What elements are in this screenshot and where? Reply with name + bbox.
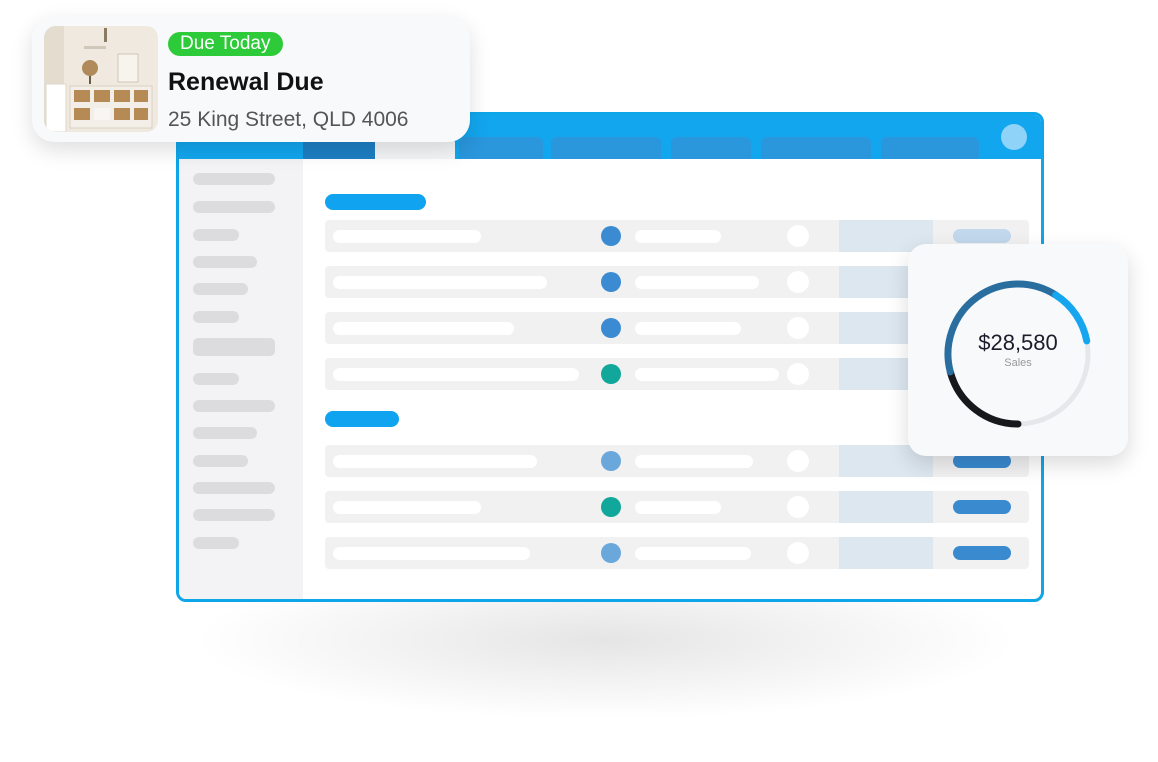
row-text (635, 230, 721, 243)
property-photo (44, 26, 158, 132)
sidebar-item[interactable] (193, 455, 248, 467)
sidebar-item[interactable] (193, 256, 257, 268)
row-text (333, 547, 530, 560)
table-row[interactable] (325, 491, 1029, 523)
status-dot (601, 226, 621, 246)
sidebar-item[interactable] (193, 283, 248, 295)
row-cell (839, 491, 933, 523)
sales-label: Sales (1004, 357, 1032, 369)
row-text (333, 322, 514, 335)
property-photo-image (44, 26, 158, 132)
row-text (333, 368, 579, 381)
row-action-button[interactable] (953, 500, 1011, 514)
row-text (635, 547, 751, 560)
row-text (635, 501, 721, 514)
section-header (325, 194, 426, 210)
row-cell (839, 537, 933, 569)
row-text (333, 230, 481, 243)
row-toggle[interactable] (787, 542, 809, 564)
gauge-arc-dark (946, 368, 1022, 428)
tab-4[interactable] (551, 137, 661, 159)
status-dot (601, 543, 621, 563)
row-toggle[interactable] (787, 496, 809, 518)
status-dot (601, 497, 621, 517)
row-text (635, 368, 779, 381)
row-text (333, 501, 481, 514)
user-avatar[interactable] (1001, 124, 1027, 150)
row-toggle[interactable] (787, 271, 809, 293)
row-toggle[interactable] (787, 450, 809, 472)
row-text (635, 276, 759, 289)
sidebar (179, 159, 303, 599)
row-toggle[interactable] (787, 363, 809, 385)
sidebar-item[interactable] (193, 201, 275, 213)
row-action-button[interactable] (953, 454, 1011, 468)
notification-title: Renewal Due (168, 68, 324, 96)
sidebar-item[interactable] (193, 400, 275, 412)
row-toggle[interactable] (787, 225, 809, 247)
status-dot (601, 364, 621, 384)
row-text (635, 455, 753, 468)
sidebar-item[interactable] (193, 173, 275, 185)
row-action-button[interactable] (953, 229, 1011, 243)
sales-value: $28,580 (978, 330, 1058, 355)
tab-3[interactable] (459, 137, 543, 159)
row-action-button[interactable] (953, 546, 1011, 560)
sidebar-item[interactable] (193, 509, 275, 521)
row-toggle[interactable] (787, 317, 809, 339)
row-text (333, 455, 537, 468)
sidebar-item[interactable] (193, 229, 239, 241)
tab-7[interactable] (881, 137, 979, 159)
property-address: 25 King Street, QLD 4006 (168, 108, 409, 131)
status-dot (601, 451, 621, 471)
sidebar-item-active[interactable] (193, 338, 275, 356)
tab-6[interactable] (761, 137, 871, 159)
sidebar-item[interactable] (193, 373, 239, 385)
section-header (325, 411, 399, 427)
status-dot (601, 272, 621, 292)
sidebar-item[interactable] (193, 427, 257, 439)
renewal-notification-card[interactable]: Due Today Renewal Due 25 King Street, QL… (32, 16, 470, 142)
status-dot (601, 318, 621, 338)
sidebar-item[interactable] (193, 311, 239, 323)
sales-widget[interactable]: $28,580 Sales (908, 244, 1128, 456)
tab-5[interactable] (671, 137, 751, 159)
sidebar-item[interactable] (193, 537, 239, 549)
sidebar-item[interactable] (193, 482, 275, 494)
table-row[interactable] (325, 537, 1029, 569)
row-text (333, 276, 547, 289)
due-today-badge: Due Today (168, 32, 283, 56)
row-text (635, 322, 741, 335)
